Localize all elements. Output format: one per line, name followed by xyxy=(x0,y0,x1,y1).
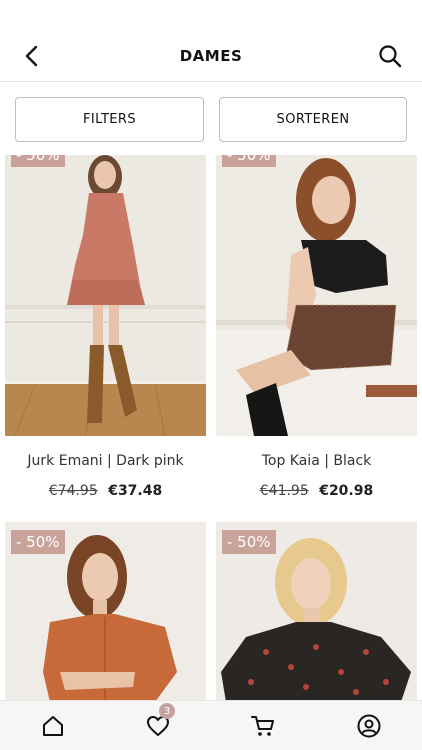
product-price: €74.95 €37.48 xyxy=(5,483,206,499)
page-title: DAMES xyxy=(179,47,243,65)
product-image xyxy=(5,155,206,436)
tab-cart[interactable] xyxy=(248,711,278,741)
search-icon xyxy=(379,45,402,68)
search-button[interactable] xyxy=(376,42,404,70)
tab-account[interactable] xyxy=(354,711,384,741)
cart-icon xyxy=(251,716,274,736)
wishlist-count-badge: 3 xyxy=(159,703,175,719)
discount-badge: - 50% xyxy=(222,155,276,167)
home-icon xyxy=(43,716,63,736)
sort-button[interactable]: SORTEREN xyxy=(219,97,407,142)
discount-badge: - 50% xyxy=(11,530,65,554)
product-image xyxy=(216,155,417,436)
product-name: Top Kaia | Black xyxy=(261,453,372,469)
product-price: €41.95 €20.98 xyxy=(216,483,417,499)
top-app-bar: DAMES xyxy=(0,0,422,82)
discount-badge: - 50% xyxy=(11,155,65,167)
bottom-tab-bar: 3 xyxy=(0,700,422,750)
account-icon xyxy=(357,714,381,738)
tab-home[interactable] xyxy=(38,711,68,741)
old-price: €74.95 xyxy=(48,483,98,499)
tab-wishlist[interactable]: 3 xyxy=(143,703,175,741)
old-price: €41.95 xyxy=(259,483,309,499)
filter-bar: FILTERS SORTEREN xyxy=(0,83,422,155)
sale-price: €20.98 xyxy=(319,483,374,499)
discount-badge: - 50% xyxy=(222,530,276,554)
filters-button[interactable]: FILTERS xyxy=(15,97,204,142)
product-name: Jurk Emani | Dark pink xyxy=(27,453,184,469)
sale-price: €37.48 xyxy=(108,483,163,499)
product-grid: Jurk Emani | Dark pink €74.95 €37.48 - 5… xyxy=(0,155,422,700)
